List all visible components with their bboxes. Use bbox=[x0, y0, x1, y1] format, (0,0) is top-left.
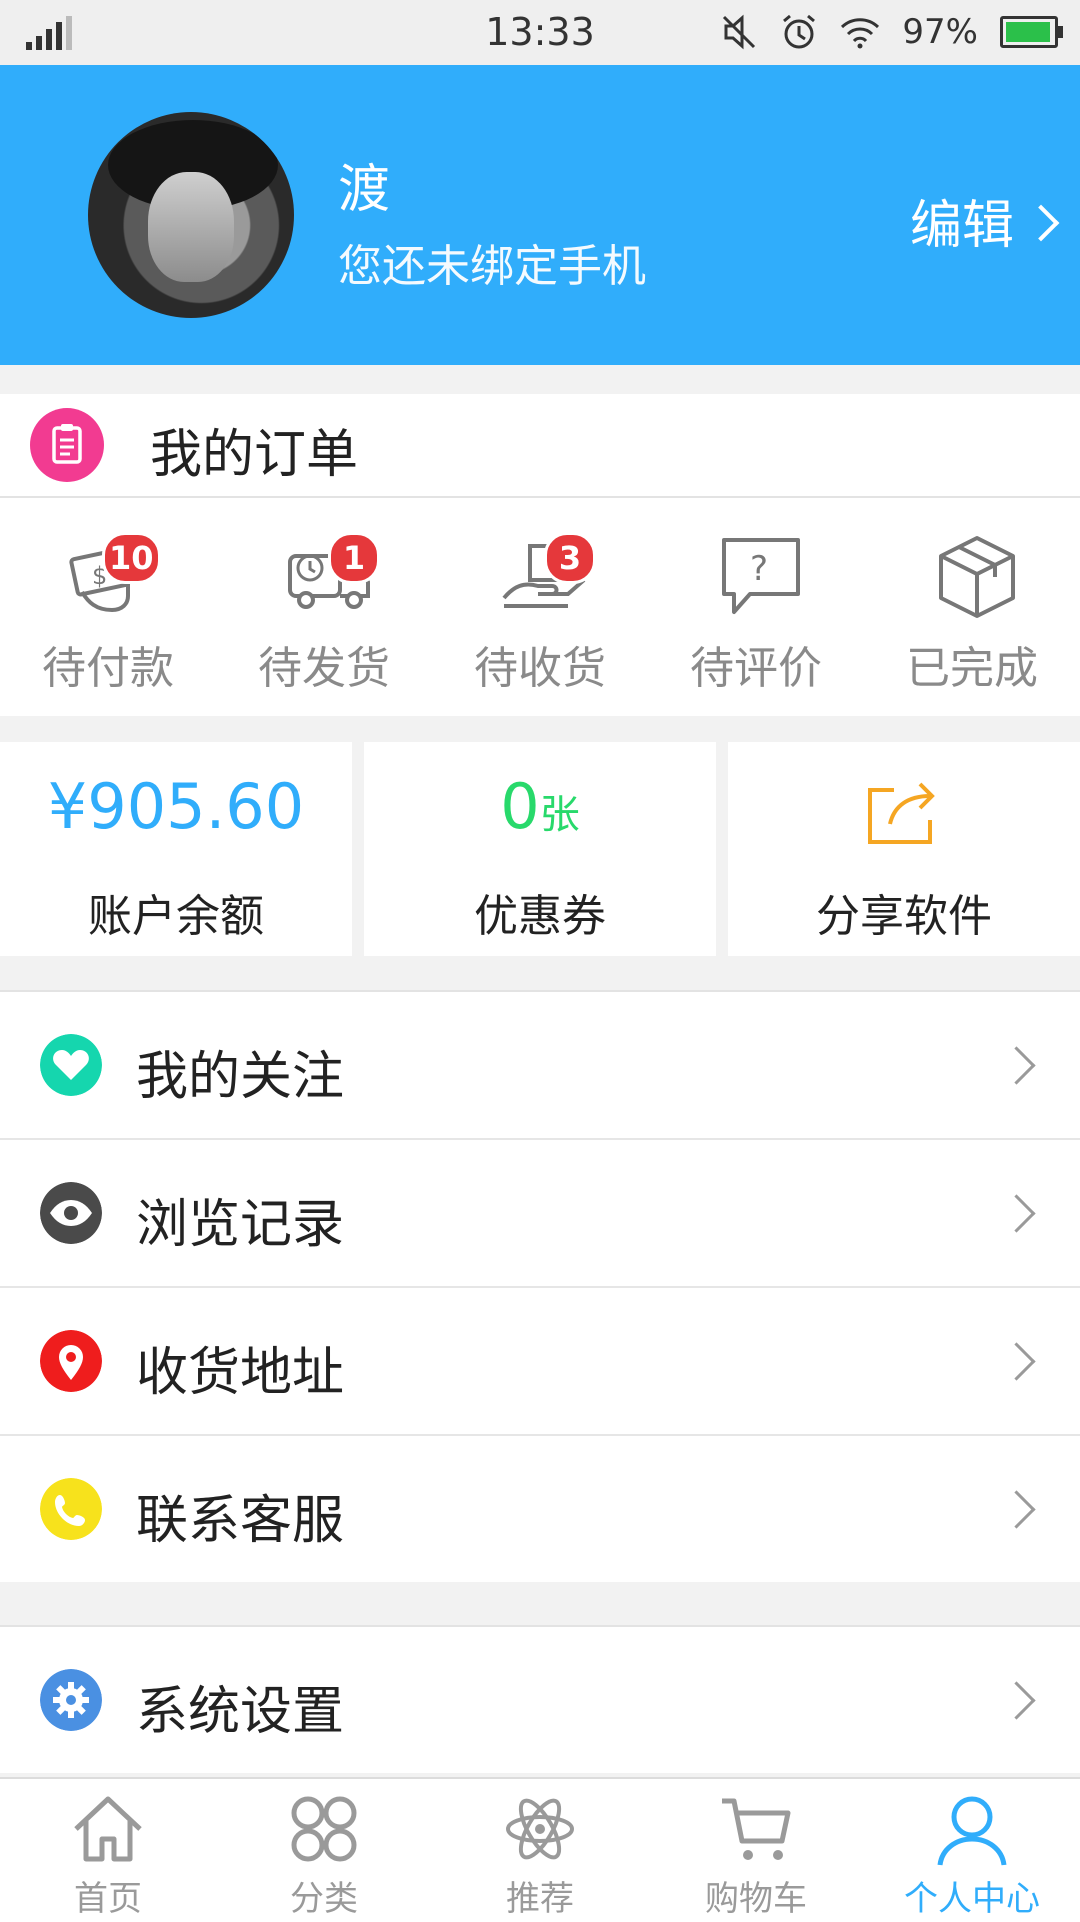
edit-profile-button[interactable]: 编辑 bbox=[909, 183, 1060, 258]
category-icon bbox=[291, 1796, 357, 1862]
tab-cart[interactable]: 购物车 bbox=[648, 1779, 864, 1922]
share-icon bbox=[868, 782, 935, 844]
battery-icon bbox=[1000, 16, 1063, 48]
menu-browse-history[interactable]: 浏览记录 bbox=[0, 1140, 1080, 1288]
user-icon bbox=[937, 1796, 1007, 1866]
menu-label: 收货地址 bbox=[136, 1343, 345, 1403]
order-status-pending-review[interactable]: ? 待评价 bbox=[648, 498, 864, 716]
chevron-right-icon bbox=[1022, 204, 1060, 241]
mute-icon bbox=[723, 14, 756, 50]
location-pin-icon bbox=[40, 1330, 102, 1392]
badge-count: 1 bbox=[328, 532, 380, 584]
coupons-label: 优惠券 bbox=[474, 891, 606, 942]
menu-label: 我的关注 bbox=[136, 1047, 345, 1107]
badge-count: 10 bbox=[102, 532, 161, 584]
completed-box-icon bbox=[939, 536, 1015, 618]
username: 渡 bbox=[338, 160, 391, 220]
menu-group-main: 我的关注 浏览记录 收货地址 联系客服 bbox=[0, 990, 1080, 1582]
my-orders-title: 我的订单 bbox=[150, 425, 359, 485]
phone-binding-note[interactable]: 您还未绑定手机 bbox=[338, 230, 646, 294]
edit-label: 编辑 bbox=[909, 196, 1014, 256]
chevron-right-icon bbox=[997, 1490, 1036, 1529]
badge-count: 3 bbox=[544, 532, 596, 584]
chevron-right-icon bbox=[997, 1046, 1036, 1085]
home-icon bbox=[74, 1796, 142, 1862]
chevron-right-icon bbox=[997, 1342, 1036, 1381]
order-status-label: 已完成 bbox=[906, 643, 1038, 694]
menu-label: 联系客服 bbox=[136, 1491, 345, 1551]
coupons-value-wrap: 0张 bbox=[364, 770, 716, 843]
avatar[interactable] bbox=[88, 112, 294, 318]
coupons-card[interactable]: 0张 优惠券 bbox=[364, 742, 716, 956]
review-icon: ? bbox=[722, 538, 800, 614]
balance-card[interactable]: ¥905.60 账户余额 bbox=[0, 742, 352, 956]
coupons-unit: 张 bbox=[539, 792, 580, 838]
alarm-icon bbox=[783, 14, 816, 49]
tab-category[interactable]: 分类 bbox=[216, 1779, 432, 1922]
order-status-label: 待付款 bbox=[42, 643, 174, 694]
status-bar: 13:33 97% bbox=[0, 0, 1080, 65]
coupons-value: 0 bbox=[500, 770, 540, 843]
order-status-pending-receipt[interactable]: 3 待收货 bbox=[432, 498, 648, 716]
menu-my-follows[interactable]: 我的关注 bbox=[0, 992, 1080, 1140]
tab-label: 推荐 bbox=[506, 1879, 574, 1919]
tab-label: 分类 bbox=[290, 1879, 358, 1919]
menu-label: 系统设置 bbox=[136, 1682, 345, 1742]
menu-label: 浏览记录 bbox=[136, 1195, 345, 1255]
tab-home[interactable]: 首页 bbox=[0, 1779, 216, 1922]
share-label: 分享软件 bbox=[816, 891, 992, 942]
heart-icon bbox=[40, 1034, 102, 1096]
order-status-label: 待发货 bbox=[258, 643, 390, 694]
my-orders-row[interactable]: 我的订单 bbox=[0, 394, 1080, 498]
order-status-label: 待收货 bbox=[474, 643, 606, 694]
order-status-label: 待评价 bbox=[690, 643, 822, 694]
battery-percent: 97% bbox=[902, 12, 978, 52]
tab-profile[interactable]: 个人中心 bbox=[864, 1779, 1080, 1922]
order-status-bar: $ 10 待付款 1 待发货 3 待收货 ? 待评价 已完成 bbox=[0, 498, 1080, 716]
phone-icon bbox=[40, 1478, 102, 1540]
menu-shipping-address[interactable]: 收货地址 bbox=[0, 1288, 1080, 1436]
tab-label: 个人中心 bbox=[904, 1879, 1040, 1919]
profile-header: 渡 您还未绑定手机 编辑 bbox=[0, 65, 1080, 365]
bottom-tab-bar: 首页 分类 推荐 购物车 个人中心 bbox=[0, 1777, 1080, 1922]
tab-recommend[interactable]: 推荐 bbox=[432, 1779, 648, 1922]
order-status-pending-shipment[interactable]: 1 待发货 bbox=[216, 498, 432, 716]
balance-value: ¥905.60 bbox=[47, 770, 305, 843]
menu-group-settings: 系统设置 bbox=[0, 1625, 1080, 1773]
balance-label: 账户余额 bbox=[88, 891, 264, 942]
share-card[interactable]: 分享软件 bbox=[728, 742, 1080, 956]
wifi-icon bbox=[841, 18, 880, 49]
order-status-completed[interactable]: 已完成 bbox=[864, 498, 1080, 716]
order-clipboard-icon bbox=[30, 408, 104, 482]
eye-icon bbox=[40, 1182, 102, 1244]
cart-icon bbox=[722, 1798, 791, 1860]
order-status-pending-payment[interactable]: $ 10 待付款 bbox=[0, 498, 216, 716]
tab-label: 首页 bbox=[74, 1879, 142, 1919]
chevron-right-icon bbox=[997, 1681, 1036, 1720]
svg-text:?: ? bbox=[750, 549, 768, 589]
menu-system-settings[interactable]: 系统设置 bbox=[0, 1627, 1080, 1773]
menu-customer-service[interactable]: 联系客服 bbox=[0, 1436, 1080, 1582]
chevron-right-icon bbox=[997, 1194, 1036, 1233]
recommend-icon bbox=[506, 1798, 574, 1860]
account-stats: ¥905.60 账户余额 0张 优惠券 分享软件 bbox=[0, 742, 1080, 956]
gear-icon bbox=[40, 1669, 102, 1731]
tab-label: 购物车 bbox=[705, 1879, 807, 1919]
